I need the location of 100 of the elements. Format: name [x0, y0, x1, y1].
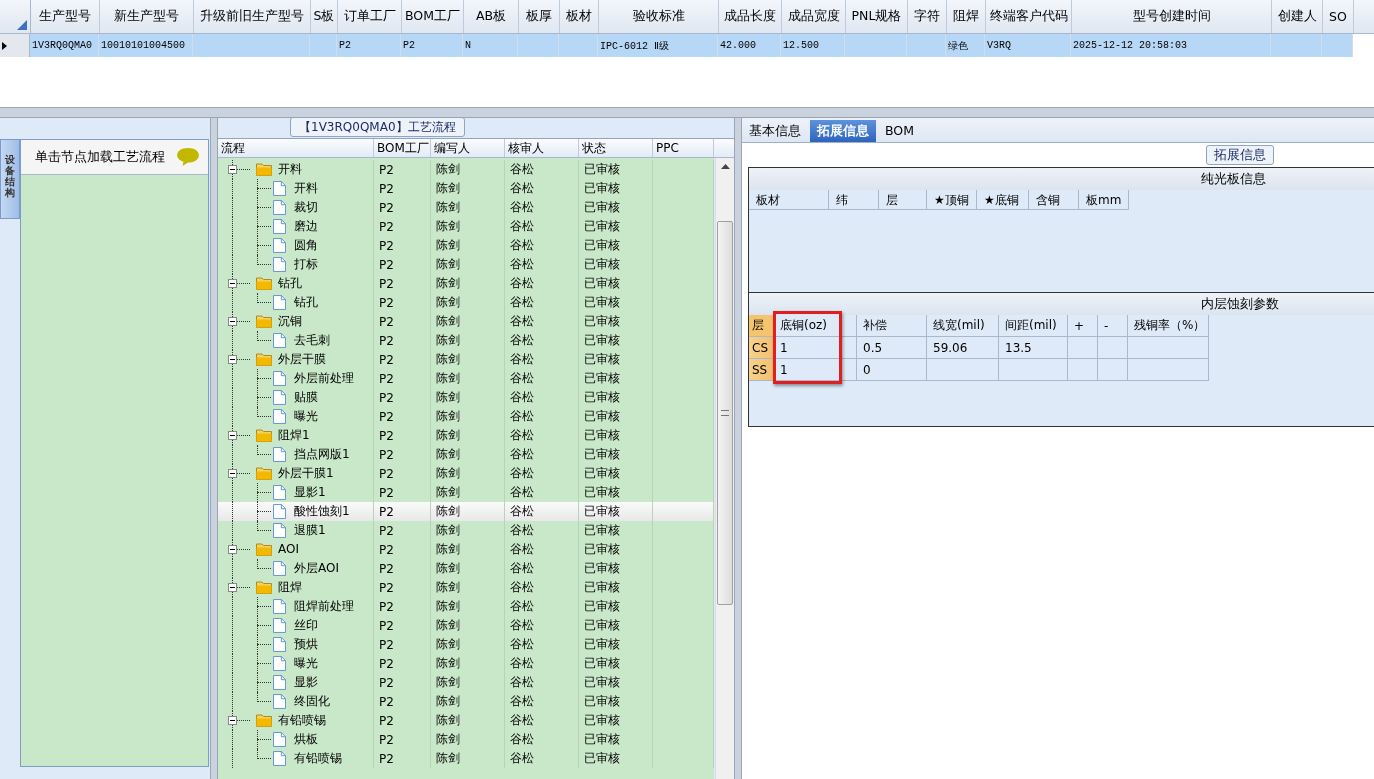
- table-cell[interactable]: [1068, 337, 1098, 359]
- tree-row[interactable]: 贴膜 P2 陈剑 谷松 已审核: [218, 388, 714, 407]
- column-header[interactable]: 终端客户代码: [986, 0, 1072, 33]
- column-header[interactable]: 新生产型号: [100, 0, 194, 33]
- column-header[interactable]: S板: [311, 0, 338, 33]
- tree-row[interactable]: AOI P2 陈剑 谷松 已审核: [218, 540, 714, 559]
- column-header[interactable]: 创建人: [1272, 0, 1323, 33]
- tree-row[interactable]: 打标 P2 陈剑 谷松 已审核: [218, 255, 714, 274]
- table-cell[interactable]: [1098, 337, 1128, 359]
- column-header[interactable]: 成品宽度: [782, 0, 846, 33]
- column-header[interactable]: ★顶铜: [927, 190, 977, 210]
- table-cell[interactable]: [1128, 337, 1209, 359]
- tree-row[interactable]: 磨边 P2 陈剑 谷松 已审核: [218, 217, 714, 236]
- column-header[interactable]: 层: [749, 315, 774, 337]
- tree-row[interactable]: 阻焊1 P2 陈剑 谷松 已审核: [218, 426, 714, 445]
- tree-row[interactable]: 有铅喷锡 P2 陈剑 谷松 已审核: [218, 749, 714, 768]
- tree-row[interactable]: 烘板 P2 陈剑 谷松 已审核: [218, 730, 714, 749]
- column-header[interactable]: 补偿: [857, 315, 927, 337]
- column-header[interactable]: BOM工厂: [402, 0, 464, 33]
- collapse-toggle[interactable]: [228, 545, 237, 554]
- column-header[interactable]: 升级前旧生产型号: [194, 0, 311, 33]
- tree-row[interactable]: 开料 P2 陈剑 谷松 已审核: [218, 160, 714, 179]
- tree-row[interactable]: 显影 P2 陈剑 谷松 已审核: [218, 673, 714, 692]
- tab[interactable]: BOM: [880, 120, 919, 142]
- side-tab[interactable]: 设备结构: [0, 139, 20, 219]
- collapse-toggle[interactable]: [228, 279, 237, 288]
- column-header[interactable]: -: [1098, 315, 1128, 337]
- column-header[interactable]: 核审人: [505, 139, 579, 157]
- tree-row[interactable]: 外层AOI P2 陈剑 谷松 已审核: [218, 559, 714, 578]
- tree-row[interactable]: 预烘 P2 陈剑 谷松 已审核: [218, 635, 714, 654]
- tree-row[interactable]: 裁切 P2 陈剑 谷松 已审核: [218, 198, 714, 217]
- column-header[interactable]: 生产型号: [31, 0, 100, 33]
- table-cell[interactable]: 0: [857, 359, 927, 381]
- column-header[interactable]: SO: [1323, 0, 1354, 33]
- tab[interactable]: 基本信息: [744, 120, 806, 142]
- tree-row[interactable]: 酸性蚀刻1 P2 陈剑 谷松 已审核: [218, 502, 714, 521]
- column-header[interactable]: 验收标准: [599, 0, 719, 33]
- column-header[interactable]: 板mm: [1079, 190, 1129, 210]
- table-cell[interactable]: [1068, 359, 1098, 381]
- table-cell[interactable]: 1: [774, 337, 857, 359]
- column-header[interactable]: ★底铜: [977, 190, 1029, 210]
- column-header[interactable]: 板材: [749, 190, 829, 210]
- tree-row[interactable]: 退膜1 P2 陈剑 谷松 已审核: [218, 521, 714, 540]
- tree-row[interactable]: 阻焊前处理 P2 陈剑 谷松 已审核: [218, 597, 714, 616]
- table-cell[interactable]: [1128, 359, 1209, 381]
- scroll-up-icon[interactable]: [720, 164, 730, 169]
- column-header[interactable]: AB板: [464, 0, 519, 33]
- collapse-toggle[interactable]: [228, 355, 237, 364]
- tree-row[interactable]: 有铅喷锡 P2 陈剑 谷松 已审核: [218, 711, 714, 730]
- tab[interactable]: 拓展信息: [810, 120, 876, 142]
- collapse-toggle[interactable]: [228, 317, 237, 326]
- collapse-toggle[interactable]: [228, 469, 237, 478]
- table-cell[interactable]: 13.5: [999, 337, 1068, 359]
- column-header[interactable]: PNL规格: [846, 0, 908, 33]
- table-cell[interactable]: 0.5: [857, 337, 927, 359]
- column-header[interactable]: 含铜: [1029, 190, 1079, 210]
- column-header[interactable]: 间距(mil): [999, 315, 1068, 337]
- column-header[interactable]: 型号创建时间: [1072, 0, 1272, 33]
- tree-row[interactable]: 沉铜 P2 陈剑 谷松 已审核: [218, 312, 714, 331]
- table-cell[interactable]: 59.06: [927, 337, 999, 359]
- column-header[interactable]: 板材: [560, 0, 599, 33]
- column-header[interactable]: BOM工厂: [374, 139, 431, 157]
- table-cell[interactable]: [999, 359, 1068, 381]
- table-cell[interactable]: [927, 359, 999, 381]
- column-header[interactable]: 残铜率（%）: [1128, 315, 1209, 337]
- column-header[interactable]: 成品长度: [719, 0, 782, 33]
- table-cell[interactable]: 1: [774, 359, 857, 381]
- table-cell[interactable]: [1098, 359, 1128, 381]
- tree-row[interactable]: 钻孔 P2 陈剑 谷松 已审核: [218, 293, 714, 312]
- tree-row[interactable]: 开料 P2 陈剑 谷松 已审核: [218, 179, 714, 198]
- column-header[interactable]: PPC: [653, 139, 714, 157]
- collapse-toggle[interactable]: [228, 583, 237, 592]
- tree-row[interactable]: 终固化 P2 陈剑 谷松 已审核: [218, 692, 714, 711]
- tree-row[interactable]: 阻焊 P2 陈剑 谷松 已审核: [218, 578, 714, 597]
- tree-row[interactable]: 去毛刺 P2 陈剑 谷松 已审核: [218, 331, 714, 350]
- collapse-toggle[interactable]: [228, 716, 237, 725]
- column-header[interactable]: 状态: [579, 139, 653, 157]
- collapse-toggle[interactable]: [228, 431, 237, 440]
- tree-row[interactable]: 曝光 P2 陈剑 谷松 已审核: [218, 654, 714, 673]
- column-header[interactable]: 流程: [218, 139, 374, 157]
- grid-row[interactable]: 1V3RQ0QMA0 10010101004500 P2 P2 N IPC-6012 Ⅱ级 42.000 12.500 绿色 V3RQ 2025-12-12 20:58:03: [0, 34, 1374, 57]
- column-header[interactable]: 阻焊: [947, 0, 986, 33]
- tree-row[interactable]: 曝光 P2 陈剑 谷松 已审核: [218, 407, 714, 426]
- column-header[interactable]: 纬: [829, 190, 879, 210]
- tree-row[interactable]: 钻孔 P2 陈剑 谷松 已审核: [218, 274, 714, 293]
- column-header[interactable]: +: [1068, 315, 1098, 337]
- column-header[interactable]: 订单工厂: [338, 0, 402, 33]
- splitter-bar[interactable]: [210, 118, 218, 779]
- column-header[interactable]: 层: [879, 190, 927, 210]
- column-header[interactable]: 线宽(mil): [927, 315, 999, 337]
- column-header[interactable]: 板厚: [519, 0, 560, 33]
- tree-row[interactable]: 圆角 P2 陈剑 谷松 已审核: [218, 236, 714, 255]
- tree-row[interactable]: 外层前处理 P2 陈剑 谷松 已审核: [218, 369, 714, 388]
- column-header[interactable]: 字符: [908, 0, 947, 33]
- table-cell[interactable]: CS: [749, 337, 774, 359]
- tree-row[interactable]: 外层干膜 P2 陈剑 谷松 已审核: [218, 350, 714, 369]
- table-cell[interactable]: SS: [749, 359, 774, 381]
- collapse-toggle[interactable]: [228, 165, 237, 174]
- tree-row[interactable]: 外层干膜1 P2 陈剑 谷松 已审核: [218, 464, 714, 483]
- tree-row[interactable]: 挡点网版1 P2 陈剑 谷松 已审核: [218, 445, 714, 464]
